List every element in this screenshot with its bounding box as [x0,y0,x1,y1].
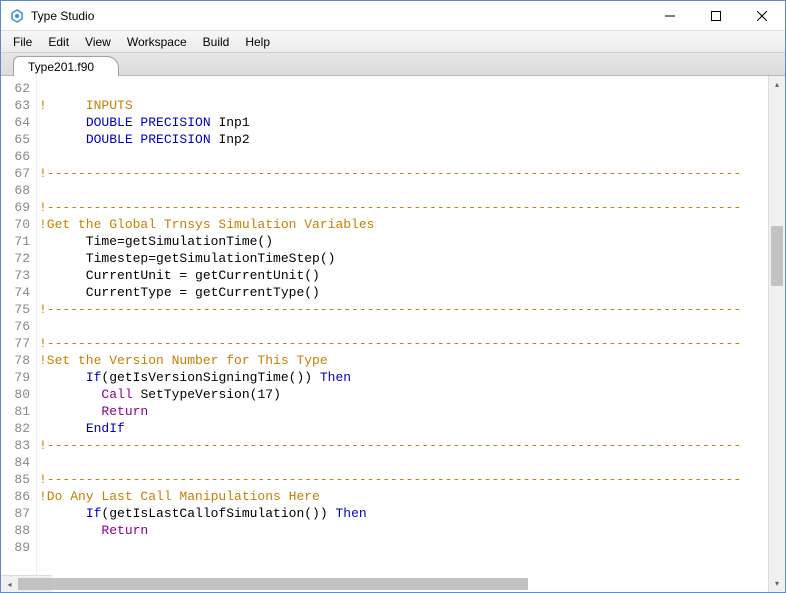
window-title: Type Studio [31,9,647,23]
line-number: 82 [1,420,30,437]
code-line[interactable] [39,80,768,97]
horizontal-scrollbar[interactable]: ◂ ▸ [1,575,52,592]
scroll-down-icon[interactable]: ▾ [769,575,785,592]
code-line[interactable]: !---------------------------------------… [39,301,768,318]
code-line[interactable]: If(getIsVersionSigningTime()) Then [39,369,768,386]
window-controls [647,1,785,30]
code-line[interactable]: !Get the Global Trnsys Simulation Variab… [39,216,768,233]
line-number: 79 [1,369,30,386]
code-line[interactable]: DOUBLE PRECISION Inp2 [39,131,768,148]
line-number: 72 [1,250,30,267]
line-number: 78 [1,352,30,369]
code-line[interactable]: !---------------------------------------… [39,165,768,182]
line-number: 63 [1,97,30,114]
menu-file[interactable]: File [5,33,40,51]
line-number: 71 [1,233,30,250]
menu-build[interactable]: Build [195,33,238,51]
menu-help[interactable]: Help [237,33,278,51]
code-line[interactable]: !Do Any Last Call Manipulations Here [39,488,768,505]
line-number: 87 [1,505,30,522]
code-line[interactable]: DOUBLE PRECISION Inp1 [39,114,768,131]
code-line[interactable]: ! INPUTS [39,97,768,114]
code-line[interactable]: If(getIsLastCallofSimulation()) Then [39,505,768,522]
line-gutter: 6263646566676869707172737475767778798081… [1,76,37,575]
code-line[interactable]: Call SetTypeVersion(17) [39,386,768,403]
code-area[interactable]: ! INPUTS DOUBLE PRECISION Inp1 DOUBLE PR… [37,76,768,575]
line-number: 76 [1,318,30,335]
line-number: 74 [1,284,30,301]
code-line[interactable] [39,318,768,335]
line-number: 84 [1,454,30,471]
code-line[interactable]: !Set the Version Number for This Type [39,352,768,369]
minimize-button[interactable] [647,1,693,30]
code-line[interactable]: Time=getSimulationTime() [39,233,768,250]
scroll-left-icon[interactable]: ◂ [1,576,18,592]
line-number: 86 [1,488,30,505]
titlebar: Type Studio [1,1,785,31]
line-number: 83 [1,437,30,454]
line-number: 68 [1,182,30,199]
maximize-button[interactable] [693,1,739,30]
code-line[interactable]: EndIf [39,420,768,437]
scroll-up-icon[interactable]: ▴ [769,76,785,93]
line-number: 67 [1,165,30,182]
code-line[interactable] [39,182,768,199]
code-line[interactable]: !---------------------------------------… [39,335,768,352]
hscroll-thumb[interactable] [18,578,528,590]
line-number: 80 [1,386,30,403]
line-number: 70 [1,216,30,233]
code-line[interactable] [39,148,768,165]
line-number: 75 [1,301,30,318]
code-line[interactable] [39,454,768,471]
code-line[interactable]: !---------------------------------------… [39,437,768,454]
menu-workspace[interactable]: Workspace [119,33,195,51]
line-number: 77 [1,335,30,352]
code-line[interactable]: CurrentUnit = getCurrentUnit() [39,267,768,284]
line-number: 81 [1,403,30,420]
line-number: 66 [1,148,30,165]
line-number: 65 [1,131,30,148]
line-number: 89 [1,539,30,556]
vscroll-thumb[interactable] [771,226,783,286]
code-line[interactable]: !---------------------------------------… [39,471,768,488]
editor: 6263646566676869707172737475767778798081… [1,76,785,592]
code-line[interactable]: Return [39,403,768,420]
code-line[interactable] [39,539,768,556]
line-number: 88 [1,522,30,539]
menu-edit[interactable]: Edit [40,33,77,51]
tab-active[interactable]: Type201.f90 [13,56,119,76]
menubar: File Edit View Workspace Build Help [1,31,785,53]
code-line[interactable]: Timestep=getSimulationTimeStep() [39,250,768,267]
app-icon [9,8,25,24]
line-number: 64 [1,114,30,131]
menu-view[interactable]: View [77,33,119,51]
tab-label: Type201.f90 [28,60,94,74]
tabbar: Type201.f90 [1,53,785,76]
code-line[interactable]: Return [39,522,768,539]
line-number: 73 [1,267,30,284]
line-number: 62 [1,80,30,97]
code-line[interactable]: CurrentType = getCurrentType() [39,284,768,301]
line-number: 69 [1,199,30,216]
line-number: 85 [1,471,30,488]
close-button[interactable] [739,1,785,30]
code-line[interactable]: !---------------------------------------… [39,199,768,216]
vertical-scrollbar[interactable]: ▴ ▾ [768,76,785,592]
